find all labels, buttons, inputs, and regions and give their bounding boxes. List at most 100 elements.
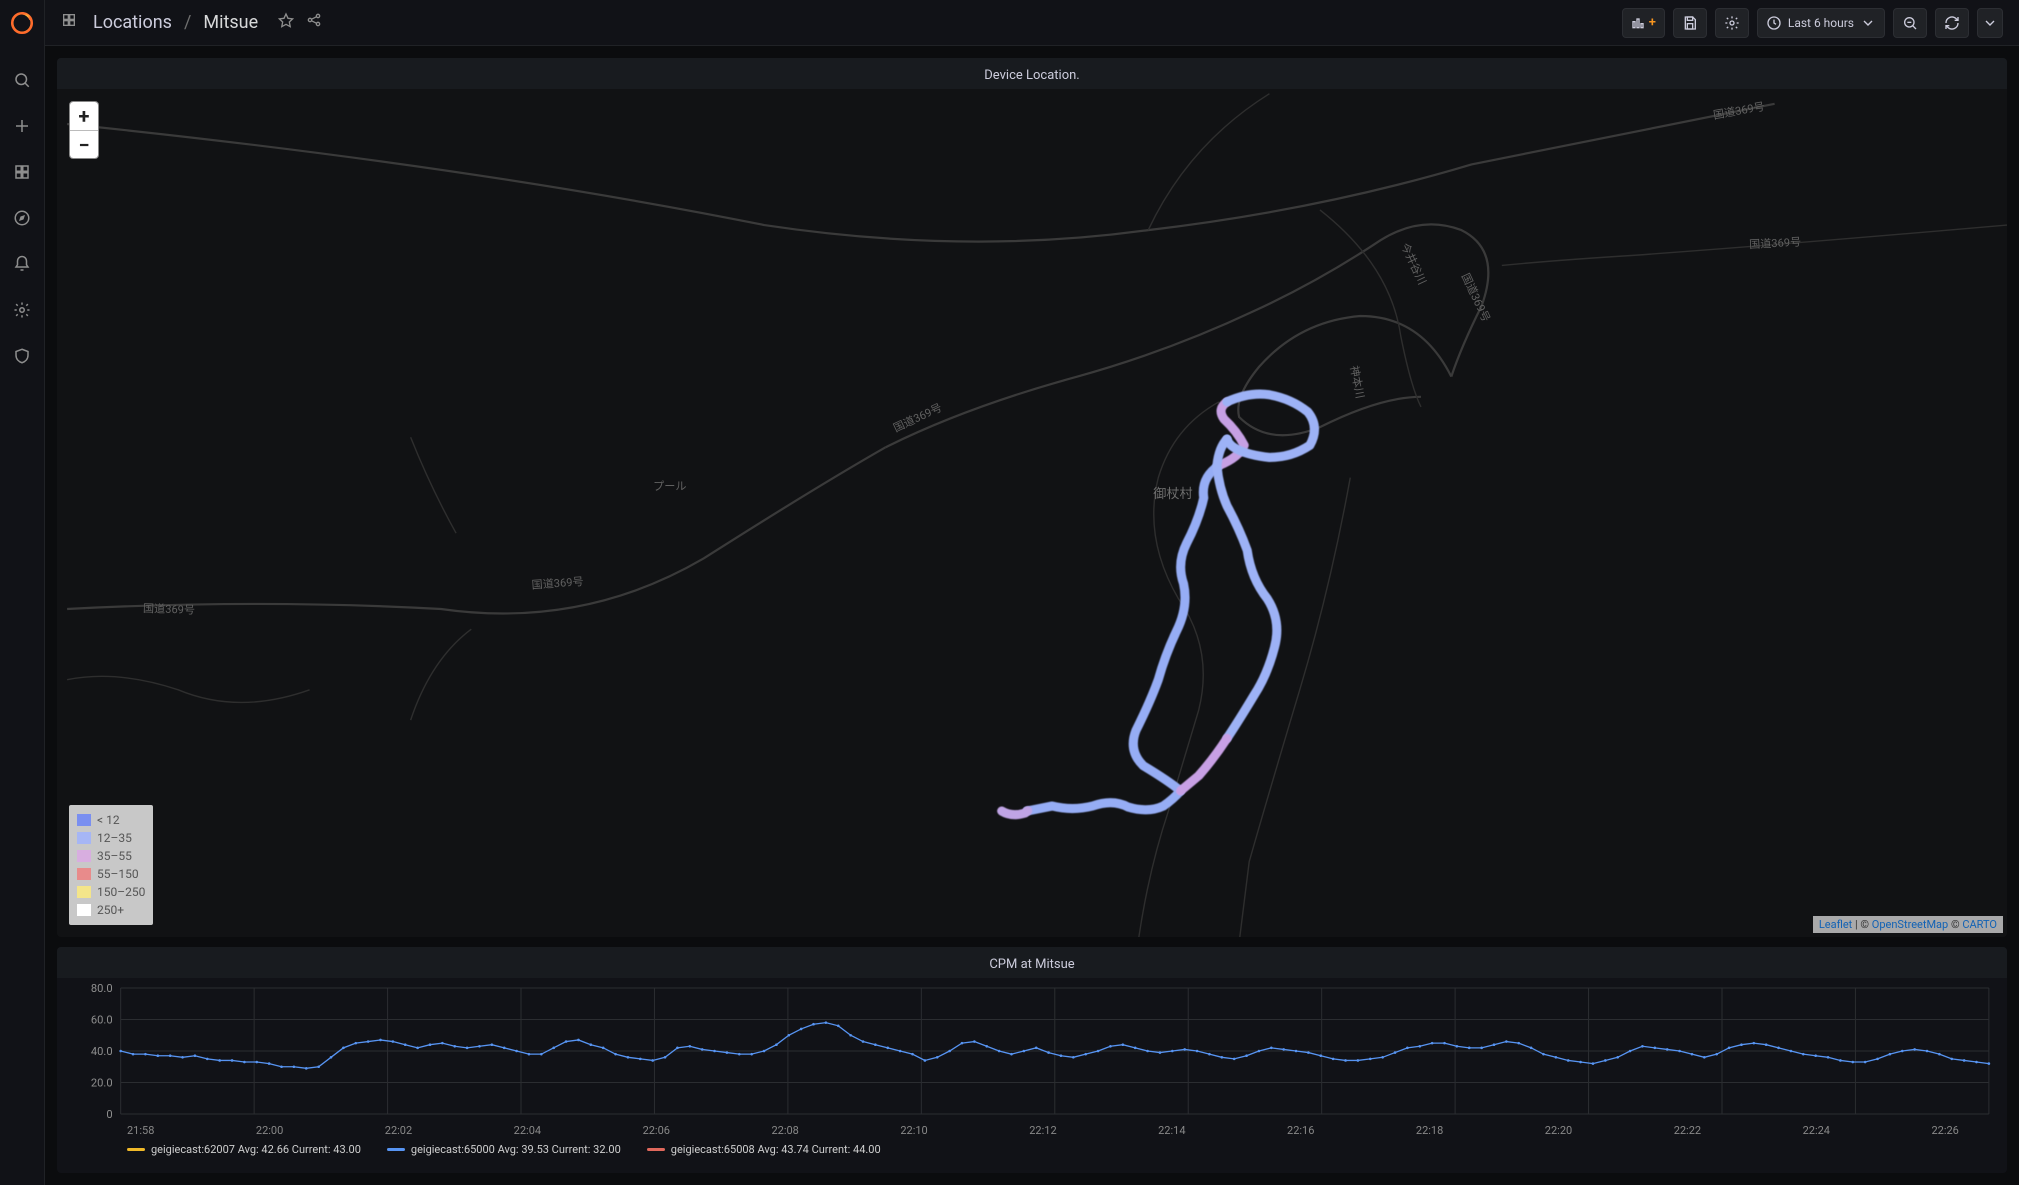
carto-link[interactable]: CARTO <box>1962 918 1997 931</box>
legend-row: 12–35 <box>77 829 145 847</box>
zoom-controls: + − <box>69 101 99 159</box>
legend-swatch <box>77 814 91 826</box>
osm-link[interactable]: OpenStreetMap <box>1872 918 1948 931</box>
chevron-down-icon <box>1860 15 1876 31</box>
x-tick: 22:22 <box>1674 1124 1701 1137</box>
shield-icon[interactable] <box>6 340 38 372</box>
legend-swatch <box>77 904 91 916</box>
series-swatch <box>647 1148 665 1151</box>
series-swatch <box>387 1148 405 1151</box>
breadcrumb-current[interactable]: Mitsue <box>203 12 258 33</box>
map-svg: 御杖村 プール 国道369号 国道369号 国道369号 国道369号 国道36… <box>57 89 2007 937</box>
search-icon[interactable] <box>6 64 38 96</box>
dashboards-icon[interactable] <box>6 156 38 188</box>
map-attribution: Leaflet | © OpenStreetMap © CARTO <box>1813 916 2003 933</box>
chart-body[interactable]: 0 20.0 40.0 60.0 80.0 21:58 22:00 22:02 22:04 22… <box>57 978 2007 1173</box>
legend-label: 35–55 <box>97 847 132 865</box>
legend-label: 12–35 <box>97 829 132 847</box>
series-swatch <box>127 1148 145 1151</box>
x-tick: 22:24 <box>1803 1124 1830 1137</box>
place-label-pool: プール <box>653 480 686 493</box>
star-icon[interactable] <box>278 12 294 33</box>
x-tick: 22:20 <box>1545 1124 1572 1137</box>
svg-text:80.0: 80.0 <box>91 982 113 995</box>
save-button[interactable] <box>1673 8 1707 38</box>
content: Device Location. + − 御 <box>45 46 2019 1185</box>
road-label: 国道369号 <box>1712 99 1766 122</box>
river-label: 今井谷川 <box>1398 241 1429 287</box>
map-body[interactable]: + − 御杖村 プール 国道369号 <box>57 89 2007 937</box>
legend-label: < 12 <box>97 811 120 829</box>
breadcrumb-sep: / <box>184 12 191 33</box>
x-tick: 22:08 <box>771 1124 798 1137</box>
zoom-out-button[interactable]: − <box>70 130 98 158</box>
x-tick: 22:10 <box>900 1124 927 1137</box>
legend-row: 55–150 <box>77 865 145 883</box>
explore-icon[interactable] <box>6 202 38 234</box>
refresh-interval-button[interactable] <box>1977 8 2003 38</box>
legend-row: < 12 <box>77 811 145 829</box>
x-tick: 22:18 <box>1416 1124 1443 1137</box>
x-tick: 22:12 <box>1029 1124 1056 1137</box>
svg-text:0: 0 <box>106 1108 112 1121</box>
series-stats: geigiecast:62007 Avg: 42.66 Current: 43.… <box>151 1143 361 1156</box>
chart-legend-item[interactable]: geigiecast:62007 Avg: 42.66 Current: 43.… <box>127 1143 361 1156</box>
chart-panel: CPM at Mitsue 0 20.0 40.0 60.0 80.0 21:58 22:… <box>57 947 2007 1173</box>
time-range-label: Last 6 hours <box>1788 16 1854 30</box>
zoom-in-button[interactable]: + <box>70 102 98 130</box>
legend-swatch <box>77 832 91 844</box>
plus-icon[interactable] <box>6 110 38 142</box>
x-tick: 22:14 <box>1158 1124 1185 1137</box>
legend-row: 250+ <box>77 901 145 919</box>
share-icon[interactable] <box>306 12 322 33</box>
legend-label: 250+ <box>97 901 124 919</box>
chart-panel-title: CPM at Mitsue <box>57 947 2007 978</box>
map-panel-title: Device Location. <box>57 58 2007 89</box>
settings-button[interactable] <box>1715 8 1749 38</box>
series-stats: geigiecast:65008 Avg: 43.74 Current: 44.… <box>671 1143 881 1156</box>
x-tick: 22:16 <box>1287 1124 1314 1137</box>
leaflet-link[interactable]: Leaflet <box>1819 918 1852 931</box>
add-panel-button[interactable]: + <box>1622 8 1665 38</box>
svg-text:60.0: 60.0 <box>91 1014 113 1027</box>
x-tick: 22:04 <box>514 1124 541 1137</box>
x-tick: 21:58 <box>127 1124 154 1137</box>
legend-label: 150–250 <box>97 883 145 901</box>
gps-track <box>1002 394 1315 815</box>
legend-swatch <box>77 868 91 880</box>
legend-label: 55–150 <box>97 865 139 883</box>
topbar: Locations / Mitsue + Last 6 hours <box>45 0 2019 46</box>
series-stats: geigiecast:65000 Avg: 39.53 Current: 32.… <box>411 1143 621 1156</box>
river-label: 神本川 <box>1347 364 1367 399</box>
chart-svg: 0 20.0 40.0 60.0 80.0 <box>65 982 1999 1122</box>
chart-legend-item[interactable]: geigiecast:65008 Avg: 43.74 Current: 44.… <box>647 1143 881 1156</box>
legend-row: 35–55 <box>77 847 145 865</box>
breadcrumb: Locations / Mitsue <box>61 12 322 33</box>
place-label: 御杖村 <box>1153 486 1192 502</box>
map-legend: < 1212–3535–5555–150150–250250+ <box>69 805 153 925</box>
chart-legend: geigiecast:62007 Avg: 42.66 Current: 43.… <box>127 1143 1999 1156</box>
legend-row: 150–250 <box>77 883 145 901</box>
x-tick: 22:00 <box>256 1124 283 1137</box>
configuration-icon[interactable] <box>6 294 38 326</box>
map-panel: Device Location. + − 御 <box>57 58 2007 937</box>
x-tick: 22:06 <box>643 1124 670 1137</box>
svg-text:40.0: 40.0 <box>91 1045 113 1058</box>
time-range-picker[interactable]: Last 6 hours <box>1757 8 1885 38</box>
chart-legend-item[interactable]: geigiecast:65000 Avg: 39.53 Current: 32.… <box>387 1143 621 1156</box>
road-label: 国道369号 <box>531 574 584 592</box>
left-rail <box>0 0 45 1185</box>
svg-text:20.0: 20.0 <box>91 1077 113 1090</box>
top-actions: + Last 6 hours <box>1622 8 2003 38</box>
road-label: 国道369号 <box>143 601 196 617</box>
x-tick: 22:02 <box>385 1124 412 1137</box>
breadcrumb-parent[interactable]: Locations <box>93 12 172 33</box>
grafana-logo[interactable] <box>7 8 37 38</box>
x-axis-ticks: 21:58 22:00 22:02 22:04 22:06 22:08 22:10 22:12… <box>127 1124 1959 1137</box>
refresh-button[interactable] <box>1935 8 1969 38</box>
legend-swatch <box>77 850 91 862</box>
alerting-icon[interactable] <box>6 248 38 280</box>
zoom-out-button[interactable] <box>1893 8 1927 38</box>
apps-icon[interactable] <box>61 12 77 33</box>
x-tick: 22:26 <box>1931 1124 1958 1137</box>
